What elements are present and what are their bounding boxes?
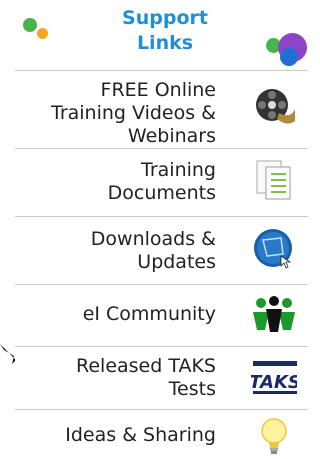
link-training-documents[interactable]: Training Documents (15, 149, 308, 217)
page: Support Links FREE Online Training Video… (0, 0, 308, 459)
pointer-arrow-icon (0, 344, 16, 364)
link-label: Released TAKS Tests (76, 355, 216, 400)
support-links-panel: Support Links FREE Online Training Video… (15, 0, 308, 459)
link-released-taks-tests[interactable]: Released TAKS Tests TAKS (15, 347, 308, 410)
taks-logo-icon[interactable]: TAKS (251, 353, 297, 399)
decorative-dot-icon (280, 48, 298, 66)
documents-icon[interactable] (251, 157, 297, 203)
decorative-dot-icon (37, 28, 48, 39)
lightbulb-icon[interactable] (251, 414, 297, 459)
link-label: Training Documents (107, 159, 216, 204)
link-ideas-sharing[interactable]: Ideas & Sharing (15, 410, 308, 459)
link-downloads-updates[interactable]: Downloads & Updates (15, 217, 308, 285)
people-community-icon[interactable] (251, 292, 297, 338)
link-label: Downloads & Updates (90, 228, 216, 273)
film-reel-icon[interactable] (251, 83, 297, 129)
panel-header: Support Links (15, 0, 308, 71)
link-label: Ideas & Sharing (65, 424, 216, 446)
link-label: FREE Online Training Videos & Webinars (51, 79, 216, 147)
svg-text:TAKS: TAKS (251, 372, 297, 393)
panel-title-line: Links (136, 32, 194, 54)
panel-title-line: Support (122, 7, 208, 29)
panel-title: Support Links (103, 6, 227, 56)
link-label: eI Community (82, 303, 216, 325)
decorative-dot-icon (23, 18, 37, 32)
link-ei-community[interactable]: eI Community (15, 285, 308, 347)
link-training-videos[interactable]: FREE Online Training Videos & Webinars (15, 71, 308, 149)
globe-download-icon[interactable] (251, 226, 297, 272)
